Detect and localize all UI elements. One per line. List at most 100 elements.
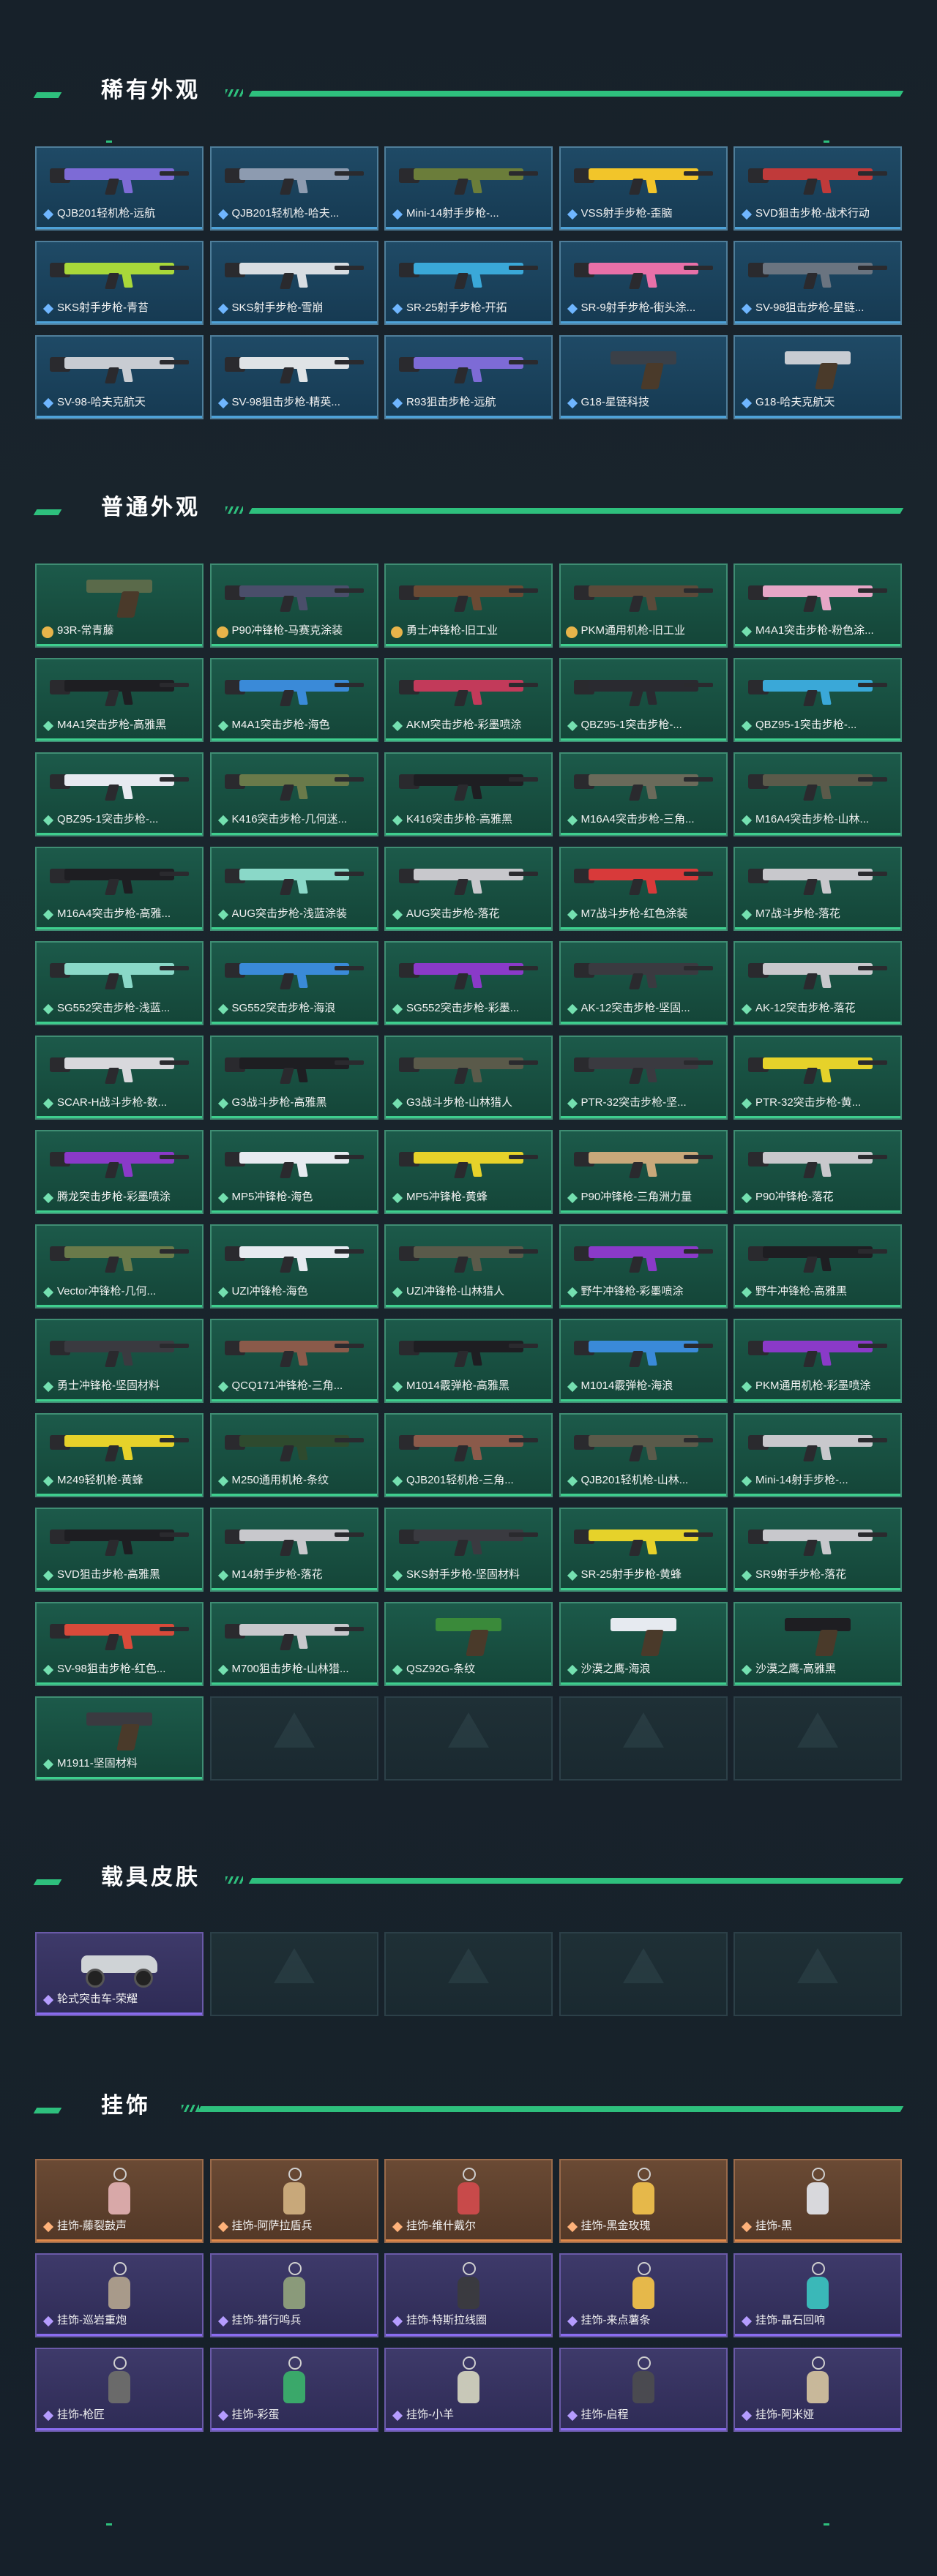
skin-card[interactable]: M1911-坚固材料 — [35, 1696, 204, 1781]
skin-card[interactable]: 挂饰-猎行鸣兵 — [209, 2253, 378, 2337]
skin-card[interactable]: 挂饰-晶石回响 — [733, 2253, 902, 2337]
skin-card[interactable]: 挂饰-阿萨拉盾兵 — [209, 2159, 378, 2243]
skin-card[interactable]: 沙漠之鹰-海浪 — [559, 1602, 728, 1686]
skin-card[interactable]: SVD狙击步枪-战术行动 — [733, 146, 902, 231]
skin-card[interactable]: 挂饰-巡岩重炮 — [35, 2253, 204, 2337]
skin-card[interactable]: QJB201轻机枪-哈夫... — [209, 146, 378, 231]
rarity-diamond-icon — [217, 397, 228, 409]
skin-card[interactable]: Mini-14射手步枪-... — [733, 1413, 902, 1497]
skin-card[interactable]: SV-98狙击步枪-精英... — [209, 335, 378, 419]
skin-card[interactable]: AK-12突击步枪-落花 — [733, 941, 902, 1025]
skin-card[interactable]: SVD狙击步枪-高雅黑 — [35, 1508, 204, 1592]
skin-card[interactable]: G3战斗步枪-高雅黑 — [209, 1036, 378, 1120]
skin-card[interactable]: AUG突击步枪-浅蓝涂装 — [209, 847, 378, 931]
skin-card[interactable]: QJB201轻机枪-山林... — [559, 1413, 728, 1497]
skin-card[interactable]: Vector冲锋枪-几何... — [35, 1224, 204, 1308]
skin-card[interactable]: M16A4突击步枪-山林... — [733, 752, 902, 836]
skin-card[interactable]: SCAR-H战斗步枪-数... — [35, 1036, 204, 1120]
rarity-accent-bar — [386, 1494, 551, 1496]
skin-card[interactable]: P90冲锋枪-三角洲力量 — [559, 1130, 728, 1214]
skin-card[interactable]: SG552突击步枪-彩墨... — [384, 941, 553, 1025]
skin-card[interactable]: M16A4突击步枪-三角... — [559, 752, 728, 836]
skin-card[interactable]: M4A1突击步枪-高雅黑 — [35, 658, 204, 742]
skin-card[interactable]: AKM突击步枪-彩墨喷涂 — [384, 658, 553, 742]
skin-card[interactable]: 挂饰-特斯拉线圈 — [384, 2253, 553, 2337]
skin-card[interactable]: QJB201轻机枪-三角... — [384, 1413, 553, 1497]
skin-card[interactable]: PTR-32突击步枪-坚... — [559, 1036, 728, 1120]
skin-card[interactable]: 腾龙突击步枪-彩墨喷涂 — [35, 1130, 204, 1214]
skin-card[interactable]: SG552突击步枪-浅蓝... — [35, 941, 204, 1025]
skin-card[interactable]: SV-98狙击步枪-红色... — [35, 1602, 204, 1686]
skin-card[interactable]: M7战斗步枪-红色涂装 — [559, 847, 728, 931]
skin-card[interactable]: SKS射手步枪-雪崩 — [209, 241, 378, 325]
skin-card[interactable]: G18-哈夫克航天 — [733, 335, 902, 419]
skin-card[interactable]: 挂饰-阿米娅 — [733, 2348, 902, 2432]
skin-label: 挂饰-阿米娅 — [755, 2408, 814, 2421]
skin-card[interactable]: MP5冲锋枪-海色 — [209, 1130, 378, 1214]
skin-card[interactable]: 挂饰-黑 — [733, 2159, 902, 2243]
skin-card[interactable]: QCQ171冲锋枪-三角... — [209, 1319, 378, 1403]
skin-card[interactable]: UZI冲锋枪-海色 — [209, 1224, 378, 1308]
skin-card[interactable]: AUG突击步枪-落花 — [384, 847, 553, 931]
skin-card[interactable]: 93R-常青藤 — [35, 564, 204, 648]
skin-card[interactable]: P90冲锋枪-落花 — [733, 1130, 902, 1214]
skin-card[interactable]: 挂饰-藤裂鼓声 — [35, 2159, 204, 2243]
skin-card[interactable]: QBZ95-1突击步枪-... — [35, 752, 204, 836]
skin-card[interactable]: QBZ95-1突击步枪-... — [559, 658, 728, 742]
skin-card[interactable]: SR-9射手步枪-街头涂... — [559, 241, 728, 325]
skin-card[interactable]: PKM通用机枪-彩墨喷涂 — [733, 1319, 902, 1403]
skin-card[interactable]: SKS射手步枪-坚固材料 — [384, 1508, 553, 1592]
skin-card[interactable]: M250通用机枪-条纹 — [209, 1413, 378, 1497]
rare-skins-grid: QJB201轻机枪-远航 QJB201轻机枪-哈夫... Mini-14射手步枪-.… — [35, 146, 902, 419]
skin-card[interactable]: UZI冲锋枪-山林猎人 — [384, 1224, 553, 1308]
skin-card[interactable]: 挂饰-彩蛋 — [209, 2348, 378, 2432]
rarity-accent-bar — [211, 2334, 377, 2336]
skin-card[interactable]: VSS射手步枪-歪脑 — [559, 146, 728, 231]
skin-card[interactable]: 挂饰-启程 — [559, 2348, 728, 2432]
skin-card[interactable]: SG552突击步枪-海浪 — [209, 941, 378, 1025]
skin-card[interactable]: SR9射手步枪-落花 — [733, 1508, 902, 1592]
skin-card[interactable]: 挂饰-枪匠 — [35, 2348, 204, 2432]
skin-card[interactable]: M14射手步枪-落花 — [209, 1508, 378, 1592]
skin-card[interactable]: 轮式突击车-荣耀 — [35, 1932, 204, 2016]
gun-part — [471, 367, 482, 382]
skin-card[interactable]: SV-98狙击步枪-星链... — [733, 241, 902, 325]
skin-card[interactable]: QSZ92G-条纹 — [384, 1602, 553, 1686]
skin-card[interactable]: 挂饰-小羊 — [384, 2348, 553, 2432]
skin-card[interactable]: M249轻机枪-黄蜂 — [35, 1413, 204, 1497]
skin-card[interactable]: MP5冲锋枪-黄蜂 — [384, 1130, 553, 1214]
skin-card[interactable]: 野牛冲锋枪-高雅黑 — [733, 1224, 902, 1308]
skin-card[interactable]: 勇士冲锋枪-坚固材料 — [35, 1319, 204, 1403]
skin-card[interactable]: R93狙击步枪-远航 — [384, 335, 553, 419]
skin-card[interactable]: M7战斗步枪-落花 — [733, 847, 902, 931]
skin-card[interactable]: G3战斗步枪-山林猎人 — [384, 1036, 553, 1120]
skin-card[interactable]: P90冲锋枪-马赛克涂装 — [209, 564, 378, 648]
skin-card[interactable]: SV-98-哈夫克航天 — [35, 335, 204, 419]
skin-card[interactable]: M700狙击步枪-山林猎... — [209, 1602, 378, 1686]
skin-card[interactable]: K416突击步枪-高雅黑 — [384, 752, 553, 836]
skin-card[interactable]: 沙漠之鹰-高雅黑 — [733, 1602, 902, 1686]
skin-card[interactable]: M1014霰弹枪-海浪 — [559, 1319, 728, 1403]
skin-card[interactable]: QBZ95-1突击步枪-... — [733, 658, 902, 742]
skin-card[interactable]: 野牛冲锋枪-彩墨喷涂 — [559, 1224, 728, 1308]
skin-card[interactable]: G18-星链科技 — [559, 335, 728, 419]
skin-card[interactable]: QJB201轻机枪-远航 — [35, 146, 204, 231]
rarity-accent-bar — [735, 927, 900, 929]
skin-card[interactable]: 挂饰-来点薯条 — [559, 2253, 728, 2337]
skin-card[interactable]: M4A1突击步枪-海色 — [209, 658, 378, 742]
skin-card[interactable]: 勇士冲锋枪-旧工业 — [384, 564, 553, 648]
skin-card[interactable]: SR-25射手步枪-开拓 — [384, 241, 553, 325]
skin-card[interactable]: M4A1突击步枪-粉色涂... — [733, 564, 902, 648]
skin-card[interactable]: 挂饰-黑金玫瑰 — [559, 2159, 728, 2243]
skin-card[interactable]: 挂饰-维什戴尔 — [384, 2159, 553, 2243]
skin-card[interactable]: K416突击步枪-几何迷... — [209, 752, 378, 836]
skin-card[interactable]: SR-25射手步枪-黄蜂 — [559, 1508, 728, 1592]
skin-card[interactable]: AK-12突击步枪-坚固... — [559, 941, 728, 1025]
skin-card[interactable]: PTR-32突击步枪-黄... — [733, 1036, 902, 1120]
skin-card[interactable]: PKM通用机枪-旧工业 — [559, 564, 728, 648]
skin-card[interactable]: M16A4突击步枪-高雅... — [35, 847, 204, 931]
skin-label: QBZ95-1突击步枪-... — [581, 719, 682, 731]
skin-card[interactable]: Mini-14射手步枪-... — [384, 146, 553, 231]
skin-card[interactable]: M1014霰弹枪-高雅黑 — [384, 1319, 553, 1403]
skin-card[interactable]: SKS射手步枪-青苔 — [35, 241, 204, 325]
